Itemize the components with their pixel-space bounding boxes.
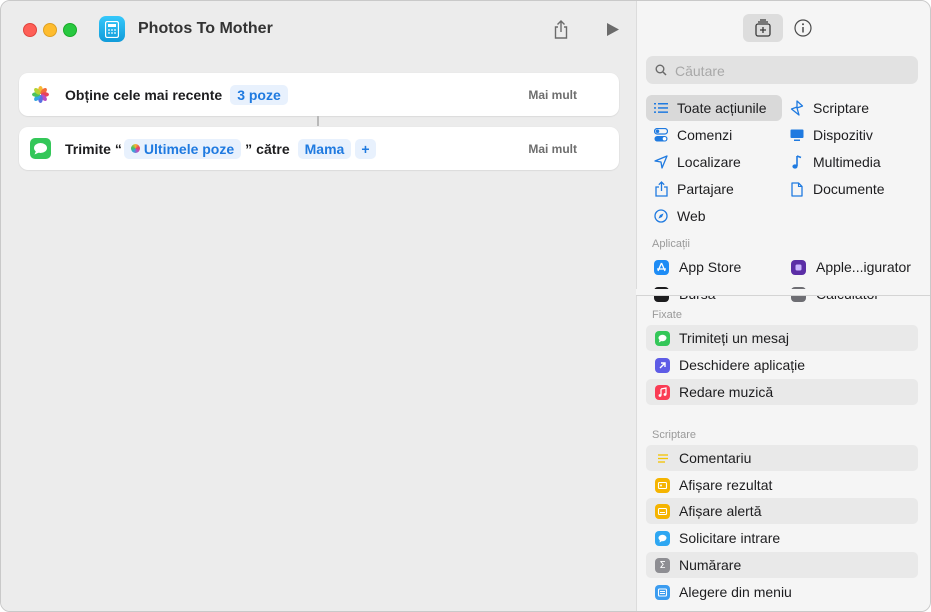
variable-token[interactable]: Ultimele poze — [123, 138, 242, 159]
search-icon — [655, 64, 667, 76]
alert-icon — [655, 503, 670, 519]
category-scripting[interactable]: Scriptare — [789, 95, 869, 121]
to-label: către — [256, 140, 290, 157]
zoom-window-button[interactable] — [63, 23, 77, 37]
category-label: Localizare — [677, 154, 741, 170]
action-library-button[interactable] — [743, 14, 783, 42]
script-show-result[interactable]: Afișare rezultat — [646, 472, 918, 498]
list-icon — [653, 100, 669, 116]
action-send-message[interactable]: Trimite “ Ultimele poze ” către Mama + M… — [19, 127, 619, 170]
apps-section-header: Aplicații — [652, 238, 690, 250]
photo-count-token[interactable]: 3 poze — [230, 84, 288, 105]
category-media[interactable]: Multimedia — [789, 149, 881, 175]
action-label: Trimiteți un mesaj — [679, 330, 789, 346]
action-verb: Trimite — [65, 140, 111, 157]
scripting-icon — [789, 100, 805, 116]
messages-app-icon — [30, 138, 51, 159]
compass-icon — [653, 208, 669, 224]
close-quote: ” — [245, 140, 253, 157]
pinned-section-header: Fixate — [652, 309, 682, 321]
script-comment[interactable]: Comentariu — [646, 445, 918, 471]
sigma-icon: Σ — [655, 557, 670, 573]
category-label: Documente — [813, 181, 885, 197]
menu-icon — [655, 584, 670, 600]
run-play-icon[interactable] — [601, 17, 625, 41]
shortcut-calculator-icon[interactable] — [99, 16, 125, 42]
action-label: Solicitare intrare — [679, 530, 781, 546]
minimize-window-button[interactable] — [43, 23, 57, 37]
app-label: App Store — [679, 259, 742, 275]
ask-input-icon — [655, 530, 670, 546]
more-button[interactable]: Mai mult — [528, 73, 577, 116]
shortcut-title: Photos To Mother — [138, 20, 273, 37]
music-icon — [655, 384, 670, 400]
more-button[interactable]: Mai mult — [528, 127, 577, 170]
category-label: Multimedia — [813, 154, 881, 170]
photos-app-icon — [30, 84, 51, 105]
pinned-open-app[interactable]: Deschidere aplicație — [646, 352, 918, 378]
action-label: Comentariu — [679, 450, 752, 466]
info-icon[interactable] — [792, 17, 814, 39]
comment-lines-icon — [655, 451, 670, 466]
script-choose-from-menu[interactable]: Alegere din meniu — [646, 579, 918, 605]
script-count[interactable]: Σ Numărare — [646, 552, 918, 578]
search-placeholder: Căutare — [675, 63, 725, 79]
recipient-token[interactable]: Mama — [297, 138, 352, 159]
category-sharing[interactable]: Partajare — [653, 176, 734, 202]
action-get-latest-photos[interactable]: Obține cele mai recente 3 poze Mai mult — [19, 73, 619, 116]
category-label: Toate acțiunile — [677, 100, 767, 116]
app-store-icon — [654, 259, 669, 275]
category-device[interactable]: Dispozitiv — [789, 122, 873, 148]
category-location[interactable]: Localizare — [653, 149, 741, 175]
action-label: Alegere din meniu — [679, 584, 792, 600]
photos-mini-icon — [130, 144, 140, 153]
apple-configurator-icon — [791, 259, 806, 275]
category-all-actions[interactable]: Toate acțiunile — [646, 95, 782, 121]
location-arrow-icon — [653, 154, 669, 170]
open-quote: “ — [114, 140, 122, 157]
add-recipient-button[interactable]: + — [355, 138, 376, 159]
document-icon — [789, 181, 805, 197]
action-label: Deschidere aplicație — [679, 357, 806, 373]
category-label: Dispozitiv — [813, 127, 873, 143]
close-window-button[interactable] — [23, 23, 37, 37]
pinned-play-music[interactable]: Redare muzică — [646, 379, 918, 405]
pinned-send-message[interactable]: Trimiteți un mesaj — [646, 325, 918, 351]
action-label: Afișare alertă — [679, 503, 762, 519]
messages-icon — [655, 330, 670, 346]
action-label: Numărare — [679, 557, 742, 573]
search-field[interactable]: Căutare — [646, 56, 918, 84]
music-note-icon — [789, 154, 805, 170]
script-ask-input[interactable]: Solicitare intrare — [646, 525, 918, 551]
action-label: Redare muzică — [679, 384, 774, 400]
open-app-icon — [655, 357, 670, 373]
category-label: Comenzi — [677, 127, 733, 143]
editor-pane: Photos To Mother Obține cele mai recente… — [1, 1, 636, 611]
app-item-apple-configurator[interactable]: Apple...igurator — [791, 254, 911, 280]
share-icon[interactable] — [549, 17, 573, 41]
category-label: Partajare — [677, 181, 734, 197]
share-icon — [653, 181, 669, 197]
sidebar-divider[interactable] — [636, 295, 930, 296]
toggles-icon — [653, 127, 669, 143]
script-show-alert[interactable]: Afișare alertă — [646, 498, 918, 524]
show-result-icon — [655, 477, 670, 493]
app-label: Apple...igurator — [816, 259, 911, 275]
variable-label: Ultimele poze — [143, 140, 235, 157]
scripting-section-header: Scriptare — [652, 429, 697, 441]
category-label: Scriptare — [813, 100, 870, 116]
app-item-app-store[interactable]: App Store — [654, 254, 741, 280]
category-web[interactable]: Web — [653, 203, 706, 229]
category-documents[interactable]: Documente — [789, 176, 885, 202]
desktop-icon — [789, 127, 805, 143]
action-connector — [317, 116, 319, 126]
category-label: Web — [677, 208, 706, 224]
action-label: Afișare rezultat — [679, 477, 773, 493]
action-verb: Obține cele mai recente — [65, 86, 223, 103]
category-controls[interactable]: Comenzi — [653, 122, 732, 148]
